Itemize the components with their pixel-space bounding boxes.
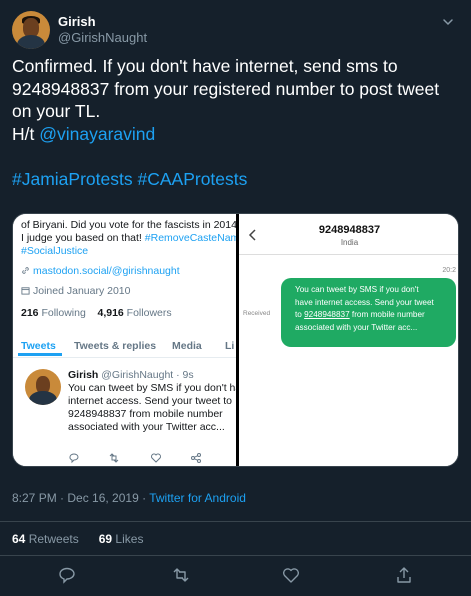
hashtag-link[interactable]: #JamiaProtests (12, 169, 133, 189)
tweet-text-line: Confirmed. If you don't have internet, s… (12, 56, 398, 76)
sms-number-link: 9248948837 (304, 310, 350, 319)
followers-label: Followers (123, 307, 172, 319)
tweet-text-line: 9248948837 from your registered number t… (12, 78, 440, 99)
bio-hashtag: #SocialJustice (21, 245, 89, 257)
reply-icon[interactable] (58, 566, 76, 584)
mention-link[interactable]: @vinayaravind (39, 124, 155, 144)
mini-tweet-name: Girish (68, 369, 99, 381)
sms-bubble: You can tweet by SMS if you don't have i… (281, 278, 456, 347)
sms-line: have internet access. Send your tweet (295, 297, 434, 307)
tweet-header: Girish @GirishNaught (12, 11, 459, 49)
tab-tweets-replies: Tweets & replies (74, 340, 157, 352)
like-icon (151, 453, 161, 463)
bio-line: I judge you based on that! #RemoveCasteN… (21, 232, 236, 244)
sms-header-divider (239, 254, 458, 255)
sms-contact-number: 9248948837 (318, 224, 381, 236)
mini-tweet-line: associated with your Twitter acc... (68, 421, 225, 433)
bio-text: I judge you based on that! (21, 232, 145, 244)
mini-tweet-line: 9248948837 from mobile number (68, 408, 223, 420)
bio-line: of Biryani. Did you vote for the fascist… (21, 219, 236, 231)
following-label: Following (38, 307, 86, 319)
tab-media: Media (172, 340, 202, 352)
mini-tweet-handle: @GirishNaught · 9s (98, 369, 194, 381)
tweet-actions (0, 566, 471, 588)
like-icon[interactable] (282, 566, 300, 584)
tweet-text: Confirmed. If you don't have internet, s… (12, 55, 462, 191)
following-count: 216 (21, 307, 39, 319)
joined-text: Joined January 2010 (33, 285, 131, 297)
avatar-body (17, 35, 45, 49)
tweet-text-ht-line: H/t @vinayaravind (12, 123, 462, 146)
tab-tweets: Tweets (21, 340, 56, 352)
tab-likes: Li (225, 340, 235, 352)
author-name[interactable]: Girish (58, 14, 96, 29)
followers-count: 4,916 (97, 307, 124, 319)
sms-time: 20:2 (442, 267, 456, 274)
retweets-count: 64 (12, 532, 26, 546)
bio-hashtag: #RemoveCasteNam (144, 232, 236, 244)
tweet-meta: 8:27 PM · Dec 16, 2019 · Twitter for And… (12, 491, 246, 505)
divider (0, 555, 471, 556)
mini-tweet-line: You can tweet by SMS if you don't ha (68, 382, 236, 394)
sms-line: You can tweet by SMS if you don't (295, 285, 419, 294)
retweet-icon[interactable] (172, 566, 190, 584)
reply-icon (69, 453, 79, 464)
calendar-icon (21, 287, 30, 295)
mini-tweet-avatar (25, 369, 61, 405)
joined-row: Joined January 2010 (21, 285, 131, 297)
sms-screenshot[interactable]: 9248948837 India 20:2 Received You can t… (239, 214, 458, 466)
follow-stats: 216 Following 4,916 Followers (21, 307, 172, 319)
tweet-timestamp[interactable]: 8:27 PM · Dec 16, 2019 (12, 491, 139, 505)
retweet-icon (109, 453, 119, 463)
profile-screenshot[interactable]: of Biryani. Did you vote for the fascist… (13, 214, 236, 466)
retweets-stat[interactable]: 64 Retweets (12, 532, 79, 546)
retweets-label: Retweets (25, 532, 79, 546)
author-avatar[interactable] (12, 11, 50, 49)
sms-line: associated with your Twitter acc... (295, 322, 418, 332)
chevron-down-icon[interactable] (441, 15, 455, 29)
link-icon (22, 267, 29, 274)
tweet-stats: 64 Retweets 69 Likes (12, 532, 143, 546)
likes-label: Likes (112, 532, 144, 546)
sms-line-text: to (295, 310, 305, 319)
hashtag-link[interactable]: #CAAProtests (137, 169, 247, 189)
share-icon[interactable] (395, 566, 413, 584)
tab-divider (13, 357, 236, 358)
mini-tweet-line: internet access. Send your tweet to (68, 395, 233, 407)
sms-line-text: from mobile number (349, 310, 425, 319)
meta-separator: · (138, 491, 150, 505)
likes-stat[interactable]: 69 Likes (99, 532, 144, 546)
profile-link-row: mastodon.social/@girishnaught (21, 265, 180, 277)
profile-link: mastodon.social/@girishnaught (33, 265, 180, 277)
sms-contact-country: India (340, 238, 359, 247)
share-icon (191, 453, 201, 463)
sms-received-label: Received (243, 310, 271, 317)
divider (0, 521, 471, 522)
active-tab-indicator (18, 353, 62, 356)
ht-label: H/t (12, 123, 40, 144)
mini-tweet-header: Girish @GirishNaught · 9s (68, 369, 194, 381)
author-handle[interactable]: @GirishNaught (58, 30, 147, 45)
tweet-source[interactable]: Twitter for Android (149, 491, 246, 505)
tweet-text-line: on your TL. (12, 101, 101, 121)
sms-line: to 9248948837 from mobile number (295, 309, 448, 322)
hashtag-line: #JamiaProtests #CAAProtests (12, 168, 462, 191)
tweet-media[interactable]: of Biryani. Did you vote for the fascist… (12, 213, 459, 467)
likes-count: 69 (98, 532, 113, 546)
